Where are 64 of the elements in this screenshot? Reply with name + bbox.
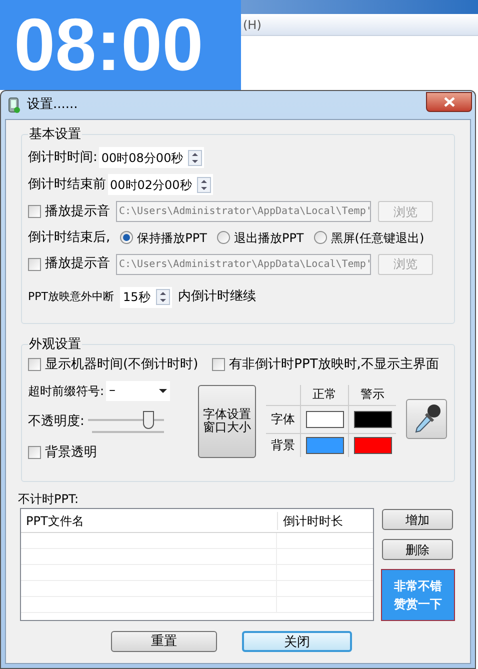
- field-label: 倒计时结束前: [28, 176, 106, 194]
- color-swatch[interactable]: [306, 410, 344, 428]
- checkbox-label: 播放提示音: [45, 255, 110, 274]
- close-button[interactable]: [426, 92, 472, 112]
- timer-display: 08:00: [14, 8, 204, 82]
- color-swatch[interactable]: [306, 436, 344, 454]
- radio-button[interactable]: [120, 231, 134, 244]
- down-arrow-icon: [160, 299, 166, 302]
- column-header: PPT文件名: [25, 512, 85, 530]
- color-swatch[interactable]: [354, 410, 392, 428]
- field-label: 不透明度:: [28, 412, 84, 431]
- column-header: 正常: [300, 384, 348, 404]
- checkbox-label: 播放提示音: [45, 202, 110, 221]
- add-button[interactable]: 增加: [382, 509, 453, 530]
- dialog-title: 设置......: [27, 96, 78, 114]
- close-icon: [444, 97, 454, 107]
- column-header: 倒计时时长: [277, 512, 373, 530]
- down-arrow-icon: [192, 160, 198, 162]
- radio-label: 黑屏(任意键退出): [330, 230, 424, 247]
- column-header: 警示: [348, 384, 396, 404]
- row-label: 背景: [266, 432, 300, 456]
- delete-button[interactable]: 删除: [382, 539, 453, 560]
- up-arrow-icon: [160, 292, 166, 295]
- row-label: 字体: [266, 404, 300, 432]
- prefix-dropdown[interactable]: –: [106, 380, 170, 400]
- dialog-button[interactable]: 关闭: [242, 631, 352, 652]
- color-swatch[interactable]: [354, 436, 392, 454]
- field-label: 倒计时时间:: [28, 148, 98, 167]
- checkbox-label: 有非倒计时PPT放映时,不显示主界面: [229, 356, 439, 374]
- slider-thumb[interactable]: [143, 410, 154, 428]
- up-arrow-icon: [201, 180, 207, 182]
- spinner-control[interactable]: [156, 289, 170, 305]
- down-arrow-icon: [201, 186, 207, 190]
- spinner-control[interactable]: [188, 150, 202, 166]
- radio-button[interactable]: [314, 231, 327, 244]
- radio-label: 退出播放PPT: [234, 230, 304, 247]
- path-field[interactable]: C:\Users\Administrator\AppData\Local\Temp': [116, 201, 371, 222]
- spinner-control[interactable]: [197, 176, 211, 192]
- radio-label: 保持播放PPT: [137, 230, 207, 247]
- time-field[interactable]: 00时08分00秒: [99, 147, 204, 168]
- time-field[interactable]: 00时02分00秒: [108, 174, 213, 195]
- checkbox[interactable]: [212, 358, 226, 372]
- seconds-field[interactable]: 15秒: [120, 286, 172, 308]
- radio-button[interactable]: [216, 231, 230, 244]
- path-field[interactable]: C:\Users\Administrator\AppData\Local\Temp': [116, 254, 371, 274]
- caret-icon: [159, 388, 168, 392]
- field-label: 倒计时结束后,: [28, 229, 110, 247]
- checkbox[interactable]: [28, 205, 41, 218]
- checkbox[interactable]: [28, 446, 41, 459]
- up-arrow-icon: [192, 152, 198, 156]
- color-picker-button[interactable]: [406, 398, 447, 438]
- app-icon: [8, 97, 20, 113]
- menu-item[interactable]: (H): [243, 16, 262, 34]
- checkbox-label: 显示机器时间(不倒计时时): [45, 356, 198, 374]
- dialog-button[interactable]: 重置: [111, 631, 217, 652]
- checkbox[interactable]: [28, 358, 41, 372]
- checkbox-label: 背景透明: [45, 444, 97, 462]
- field-label: 内倒计时继续: [178, 288, 256, 306]
- opacity-slider[interactable]: [88, 408, 164, 434]
- font-settings-button[interactable]: 字体设置 窗口大小: [198, 384, 256, 458]
- field-label: PPT放映意外中断: [28, 288, 114, 305]
- field-label: 超时前缀符号:: [28, 382, 104, 400]
- checkbox[interactable]: [28, 258, 41, 270]
- section-title: 不计时PPT:: [18, 491, 80, 508]
